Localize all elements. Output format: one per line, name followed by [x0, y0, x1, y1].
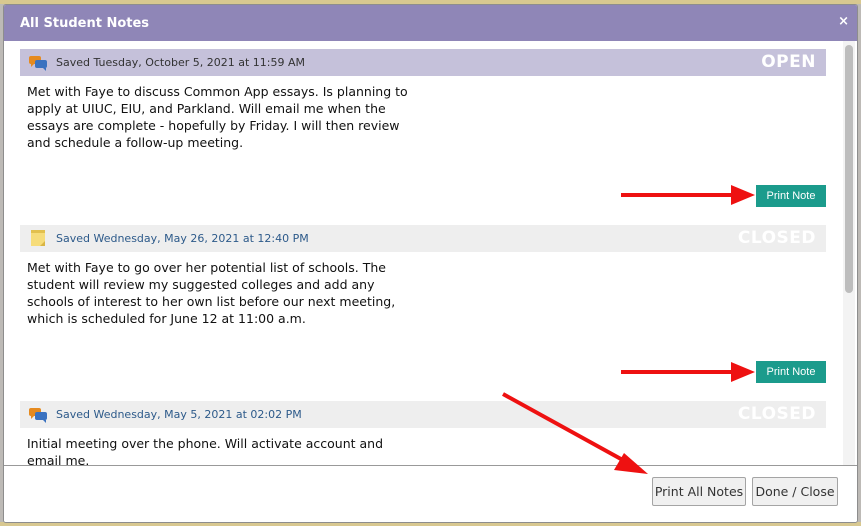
note-header: Saved Tuesday, October 5, 2021 at 11:59 … — [20, 49, 826, 76]
note-status-badge: CLOSED — [737, 228, 816, 248]
note-body: Met with Faye to discuss Common App essa… — [27, 84, 408, 150]
print-note-button[interactable]: Print Note — [756, 361, 826, 383]
dialog-title: All Student Notes — [20, 16, 150, 31]
done-close-button[interactable]: Done / Close — [752, 477, 838, 506]
note-saved-date: Saved Wednesday, May 26, 2021 at 12:40 P… — [56, 232, 309, 245]
dialog-footer: Print All Notes Done / Close — [4, 465, 857, 522]
note-body: Initial meeting over the phone. Will act… — [27, 436, 384, 467]
note-saved-date: Saved Wednesday, May 5, 2021 at 02:02 PM — [56, 408, 302, 421]
note-status-badge: CLOSED — [737, 404, 816, 424]
print-note-button[interactable]: Print Note — [756, 185, 826, 207]
note-header: Saved Wednesday, May 26, 2021 at 12:40 P… — [20, 225, 826, 252]
student-notes-dialog: All Student Notes × Saved Tuesday, Octob… — [3, 4, 858, 523]
note-status-badge: OPEN — [761, 52, 816, 72]
note-item: Saved Tuesday, October 5, 2021 at 11:59 … — [20, 49, 826, 217]
note-body: Met with Faye to go over her potential l… — [27, 260, 396, 326]
sticky-note-icon — [31, 230, 45, 246]
notes-scrollbar[interactable] — [843, 41, 855, 467]
note-saved-date: Saved Tuesday, October 5, 2021 at 11:59 … — [56, 56, 305, 69]
notes-list[interactable]: Saved Tuesday, October 5, 2021 at 11:59 … — [4, 41, 857, 467]
note-item: Saved Wednesday, May 26, 2021 at 12:40 P… — [20, 225, 826, 393]
note-item: Saved Wednesday, May 5, 2021 at 02:02 PM… — [20, 401, 826, 467]
chat-bubbles-icon — [29, 408, 47, 423]
print-all-notes-button[interactable]: Print All Notes — [652, 477, 746, 506]
note-header: Saved Wednesday, May 5, 2021 at 02:02 PM… — [20, 401, 826, 428]
close-icon[interactable]: × — [838, 14, 849, 29]
dialog-titlebar: All Student Notes × — [4, 5, 857, 41]
chat-bubbles-icon — [29, 56, 47, 71]
scrollbar-thumb[interactable] — [845, 45, 853, 293]
